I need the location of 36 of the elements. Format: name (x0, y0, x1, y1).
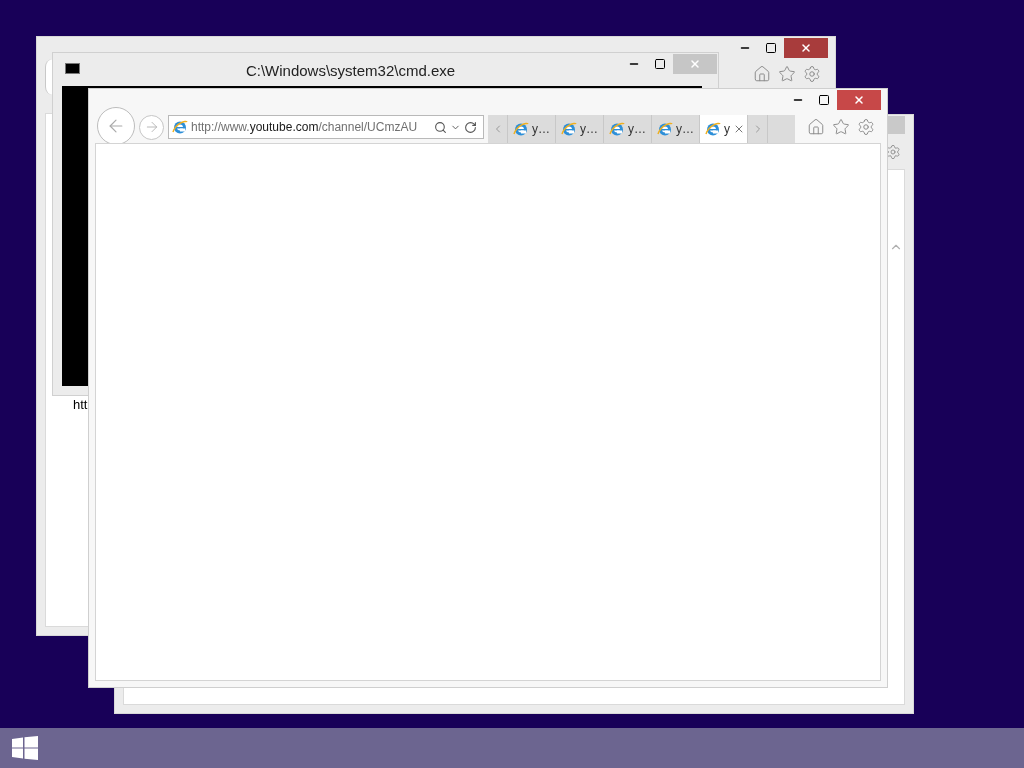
favorites-icon[interactable] (778, 65, 796, 83)
forward-button[interactable] (139, 114, 164, 140)
home-icon[interactable] (753, 65, 771, 83)
close-icon (853, 94, 865, 106)
favorites-icon[interactable] (832, 118, 850, 136)
browser-logo-icon (561, 121, 577, 137)
back-button[interactable] (97, 107, 135, 145)
home-icon[interactable] (807, 118, 825, 136)
browser-logo-icon (172, 119, 188, 135)
settings-icon[interactable] (885, 144, 901, 160)
start-icon[interactable] (12, 736, 38, 760)
browser-tab[interactable]: y (700, 115, 748, 143)
tab-label: y… (580, 121, 598, 138)
window-title: C:\Windows\system32\cmd.exe (244, 61, 457, 81)
browser-logo-icon (657, 121, 673, 137)
settings-icon[interactable] (803, 65, 821, 83)
maximize-icon (654, 58, 666, 70)
browser-logo-icon (705, 121, 721, 137)
browser-logo-icon (513, 121, 529, 137)
tab-label: y… (628, 121, 646, 138)
address-bar[interactable]: http://www.youtube.com/channel/UCmzAU (168, 115, 484, 139)
close-icon (689, 58, 701, 70)
settings-icon[interactable] (857, 118, 875, 136)
tab-label: y… (676, 121, 694, 138)
page-text: htt (73, 396, 88, 414)
close-icon (800, 42, 812, 54)
maximize-icon (818, 94, 830, 106)
tab-label: y… (532, 121, 550, 138)
console-icon (65, 63, 80, 74)
tab-label: y (724, 121, 730, 138)
close-tab-icon[interactable] (733, 123, 745, 135)
browser-logo-icon (609, 121, 625, 137)
maximize-icon (765, 42, 777, 54)
address-text: http://www.youtube.com/channel/UCmzAU (191, 119, 419, 136)
search-icon[interactable] (434, 120, 447, 134)
refresh-icon[interactable] (464, 120, 477, 134)
